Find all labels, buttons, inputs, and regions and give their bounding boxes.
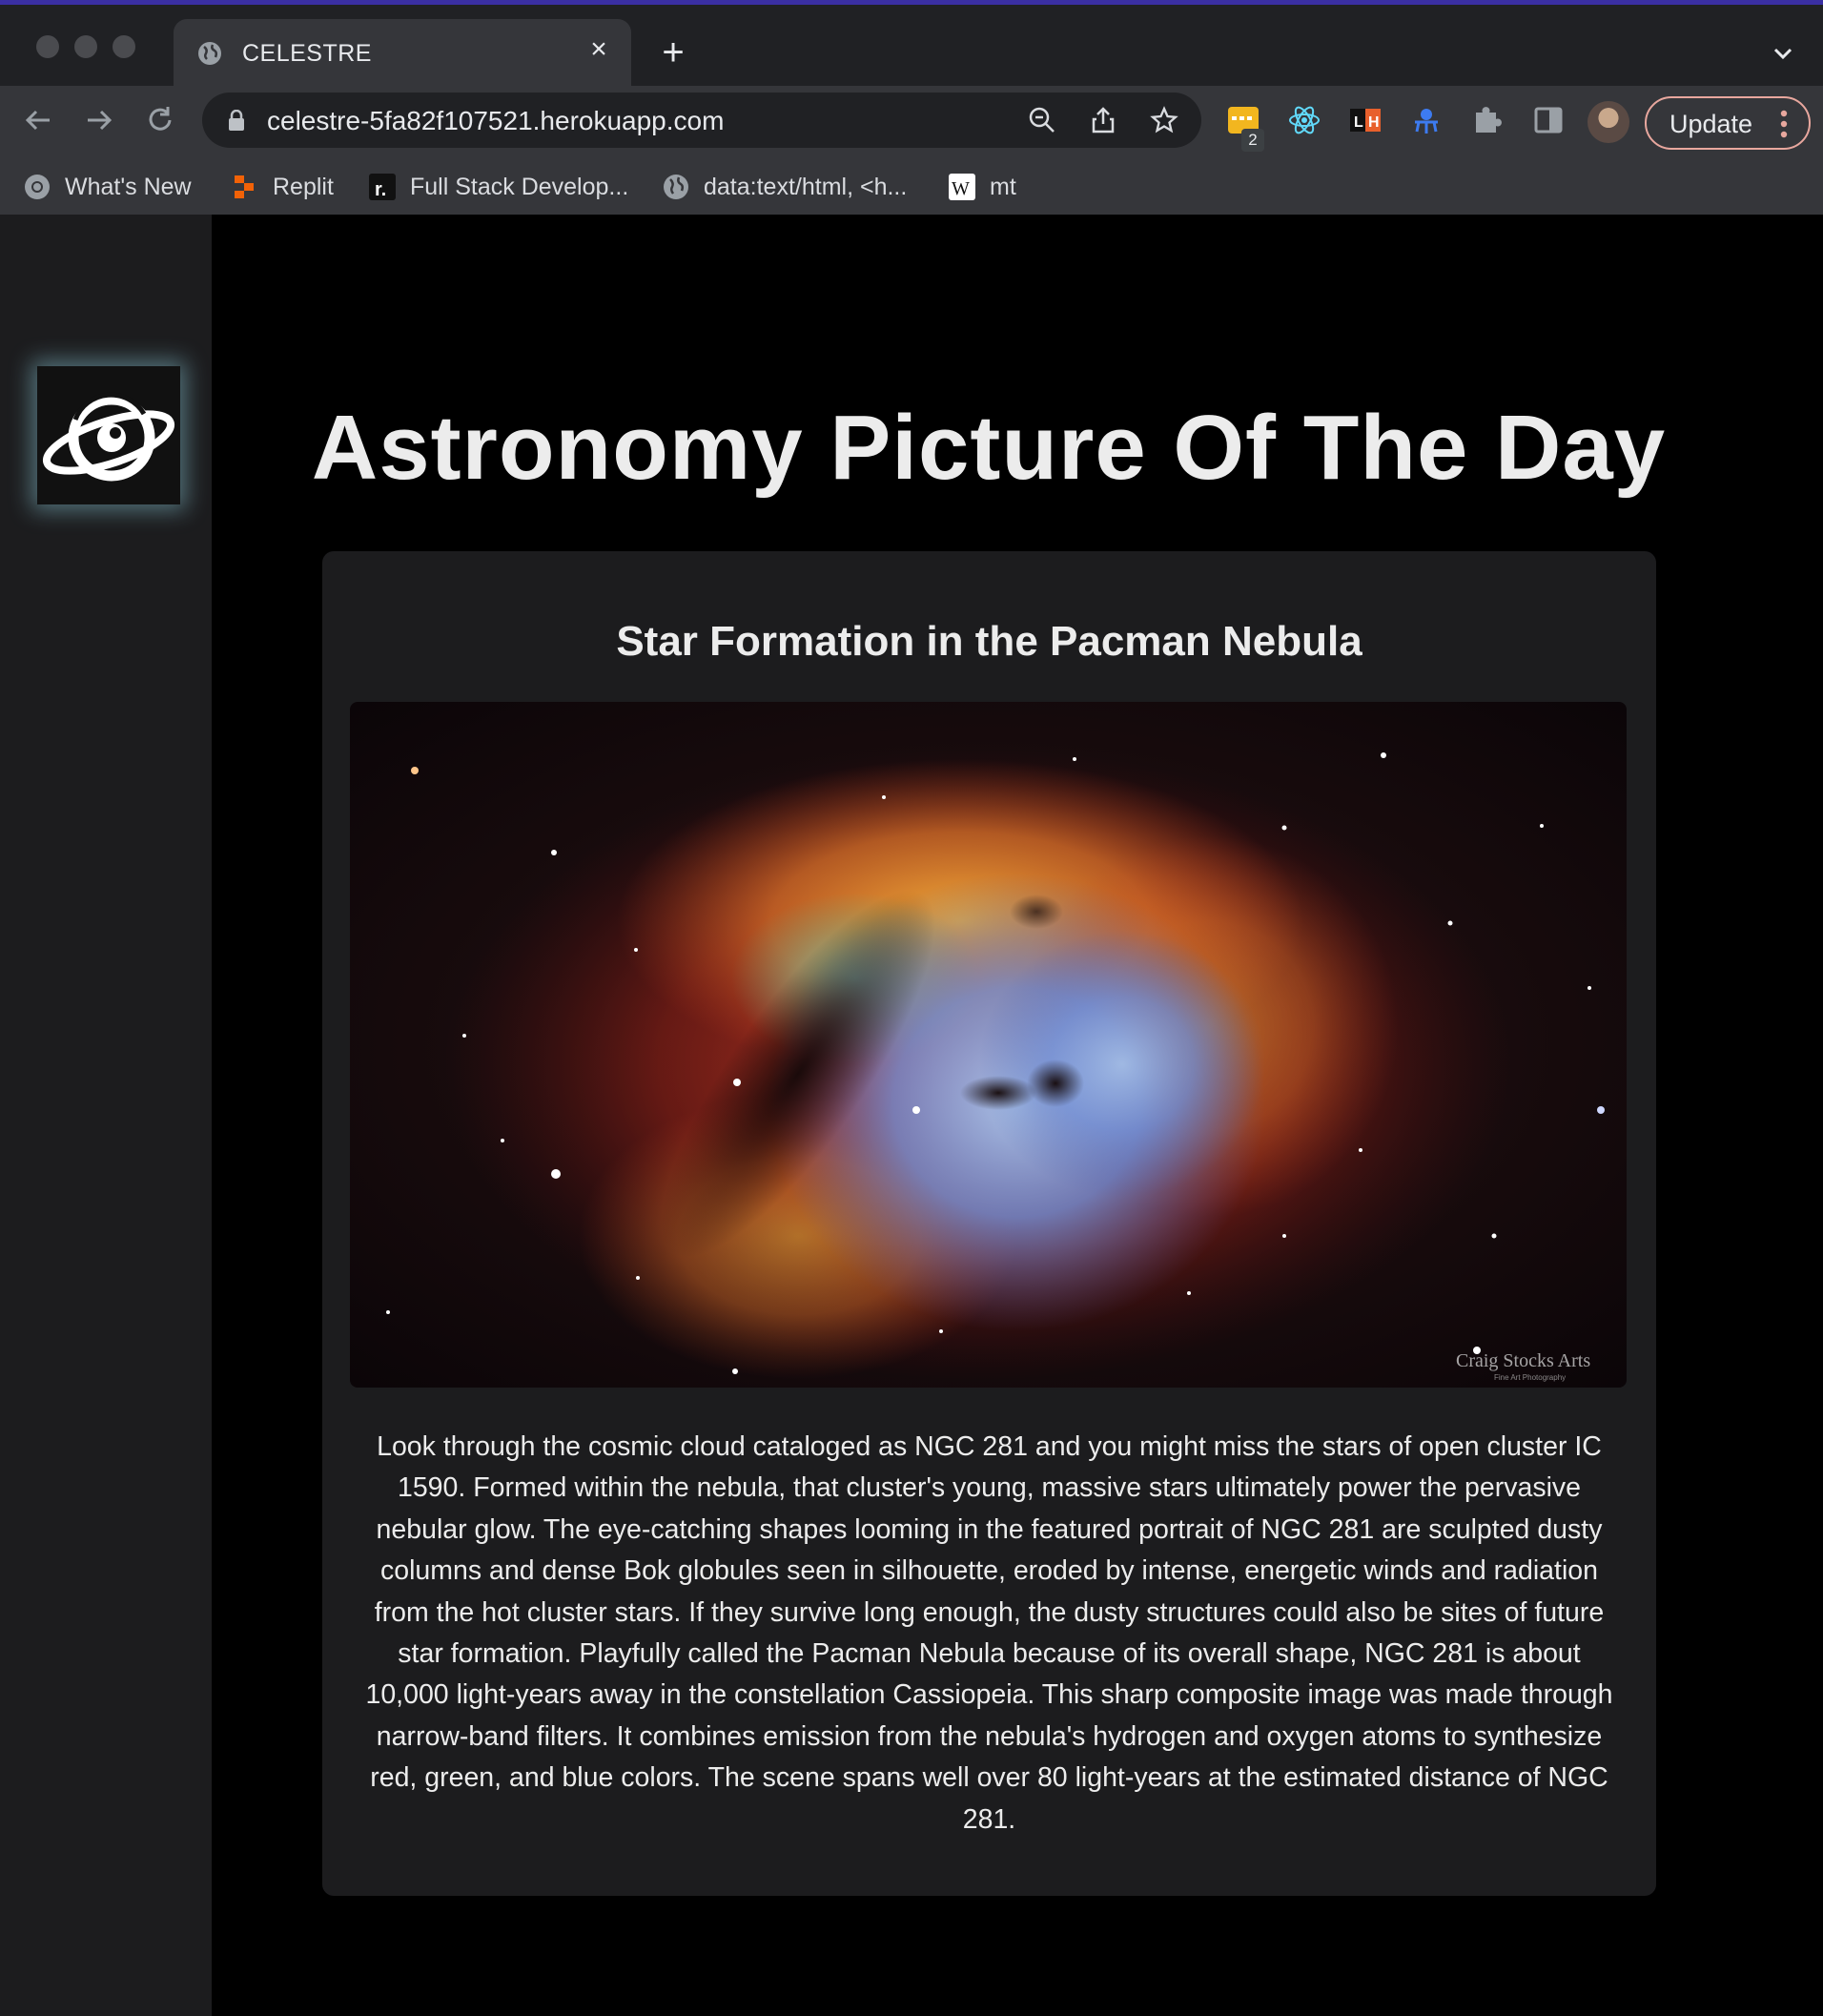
replit-icon [235,175,254,198]
url-text[interactable]: celestre-5fa82f107521.herokuapp.com [267,106,724,136]
browser-tab[interactable]: CELESTRE × [174,19,631,88]
svg-text:r.: r. [375,179,386,200]
bookmark-replit[interactable]: Replit [231,168,334,206]
bookmark-data-html[interactable]: data:text/html, <h... [662,168,907,206]
bookmark-label: What's New [65,173,192,200]
lighthouse-icon[interactable]: L H [1348,103,1383,137]
wikipedia-icon: W [949,174,975,200]
svg-text:W: W [952,178,970,199]
bookmark-label: Replit [273,173,334,200]
bookmarks-bar: What's New Replit r. Full Stack Develop.… [0,160,1823,214]
reload-icon[interactable] [143,103,177,137]
fullstack-icon: r. [369,174,396,200]
apod-explanation: Look through the cosmic cloud cataloged … [365,1431,1613,1835]
update-button-label: Update [1669,110,1753,138]
bookmark-mt[interactable]: W mt [948,168,1016,206]
svg-text:H: H [1368,114,1380,131]
apod-title: Star Formation in the Pacman Nebula [616,618,1362,665]
svg-text:L: L [1354,114,1363,131]
more-menu-icon[interactable] [1780,110,1788,138]
image-credit: Craig Stocks Arts [1456,1350,1590,1371]
back-arrow-icon[interactable] [21,103,55,137]
side-panel-icon[interactable] [1531,103,1566,137]
profile-avatar[interactable] [1587,101,1629,143]
chrome-icon [25,175,50,199]
app-logo[interactable] [37,366,180,504]
forward-arrow-icon[interactable] [82,103,116,137]
planet-logo-icon [42,392,175,482]
globe-icon [664,175,688,199]
window-minimize-control[interactable] [74,35,97,58]
image-credit-sub: Fine Art Photography [1494,1373,1566,1382]
apod-image: Craig Stocks Arts Fine Art Photography [350,702,1627,1388]
extension-blue-icon[interactable] [1409,103,1444,137]
react-devtools-icon[interactable] [1287,103,1321,137]
extension-badge: 2 [1241,129,1264,152]
bookmark-star-icon[interactable] [1150,106,1178,134]
sidebar [0,215,212,2016]
nebula-image: Craig Stocks Arts Fine Art Photography [350,702,1627,1388]
bookmark-label: Full Stack Develop... [410,173,629,200]
chevron-down-icon[interactable] [1769,39,1797,68]
window-zoom-control[interactable] [113,35,135,58]
address-bar[interactable]: celestre-5fa82f107521.herokuapp.com [202,93,1201,148]
new-tab-icon[interactable]: + [654,33,692,72]
page-title: Astronomy Picture Of The Day [311,397,1667,499]
bookmark-full-stack[interactable]: r. Full Stack Develop... [368,168,628,206]
tab-title: CELESTRE [242,40,372,67]
update-button[interactable]: Update [1645,96,1811,150]
globe-icon [198,42,221,65]
puzzle-icon[interactable] [1470,103,1505,137]
window-close-control[interactable] [36,35,59,58]
tab-strip: CELESTRE × + [0,5,1823,88]
browser-chrome: CELESTRE × + celestre-5fa82f107521.herok… [0,5,1823,219]
main-content: Astronomy Picture Of The Day Star Format… [212,215,1823,2016]
apod-card: Star Formation in the Pacman Nebula Crai… [322,551,1656,1896]
bookmark-label: data:text/html, <h... [704,173,908,200]
bookmark-whats-new[interactable]: What's New [23,168,192,206]
bookmark-label: mt [990,173,1016,200]
share-icon[interactable] [1089,106,1117,134]
lock-icon [229,110,244,131]
close-tab-icon[interactable]: × [584,34,614,65]
zoom-icon[interactable] [1028,106,1056,134]
